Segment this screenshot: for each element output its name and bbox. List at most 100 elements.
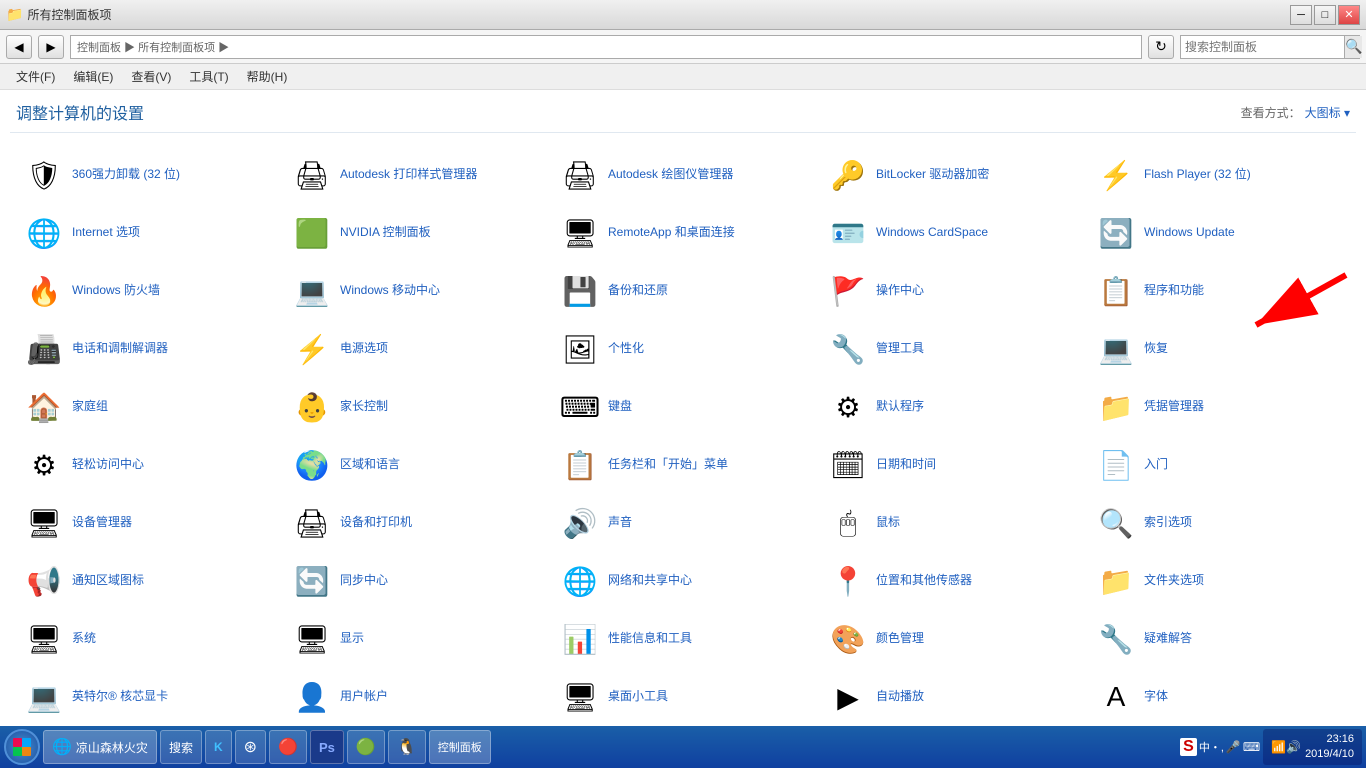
icon-item-6[interactable]: 🟩NVIDIA 控制面板	[282, 205, 548, 261]
icon-box-0: 🛡	[24, 155, 64, 195]
ime-area: S 中・, 🎤 ⌨	[1180, 738, 1260, 756]
icon-item-43[interactable]: 🎨颜色管理	[818, 611, 1084, 667]
icon-item-10[interactable]: 🔥Windows 防火墙	[14, 263, 280, 319]
icon-box-4: ⚡	[1096, 155, 1136, 195]
icon-item-14[interactable]: 📋程序和功能	[1086, 263, 1352, 319]
forward-button[interactable]: ▶	[38, 35, 64, 59]
icon-item-40[interactable]: 🖥系统	[14, 611, 280, 667]
taskbar-search-btn[interactable]: 搜索	[160, 730, 202, 764]
menu-tools[interactable]: 工具(T)	[181, 65, 236, 88]
icon-box-38: 📍	[828, 561, 868, 601]
icon-item-45[interactable]: 💻英特尔® 核芯显卡	[14, 669, 280, 725]
menu-view[interactable]: 查看(V)	[123, 65, 179, 88]
icon-item-42[interactable]: 📊性能信息和工具	[550, 611, 816, 667]
icon-item-28[interactable]: 🗓日期和时间	[818, 437, 1084, 493]
icon-item-11[interactable]: 💻Windows 移动中心	[282, 263, 548, 319]
icon-item-16[interactable]: ⚡电源选项	[282, 321, 548, 377]
icon-item-35[interactable]: 📢通知区域图标	[14, 553, 280, 609]
minimize-button[interactable]: ─	[1290, 5, 1312, 25]
close-button[interactable]: ✕	[1338, 5, 1360, 25]
icon-label-24: 凭据管理器	[1144, 399, 1204, 415]
icon-box-18: 🔧	[828, 329, 868, 369]
icon-box-44: 🔧	[1096, 619, 1136, 659]
icon-item-47[interactable]: 🖥桌面小工具	[550, 669, 816, 725]
icon-item-44[interactable]: 🔧疑难解答	[1086, 611, 1352, 667]
icon-item-24[interactable]: 📁凭据管理器	[1086, 379, 1352, 435]
icon-item-23[interactable]: ⚙默认程序	[818, 379, 1084, 435]
icon-item-22[interactable]: ⌨键盘	[550, 379, 816, 435]
search-box: 🔍	[1180, 35, 1360, 59]
title-bar: 📁 所有控制面板项 ─ □ ✕	[0, 0, 1366, 30]
icon-item-41[interactable]: 🖥显示	[282, 611, 548, 667]
icon-label-48: 自动播放	[876, 689, 924, 705]
taskbar-ps-btn[interactable]: Ps	[310, 730, 344, 764]
icon-item-1[interactable]: 🖨Autodesk 打印样式管理器	[282, 147, 548, 203]
icon-item-8[interactable]: 🪪Windows CardSpace	[818, 205, 1084, 261]
taskbar-chrome-btn[interactable]: 🔴	[269, 730, 307, 764]
icon-item-4[interactable]: ⚡Flash Player (32 位)	[1086, 147, 1352, 203]
taskbar-qq-btn[interactable]: 🐧	[388, 730, 426, 764]
icon-box-33: 🖱	[828, 503, 868, 543]
icon-item-26[interactable]: 🌍区域和语言	[282, 437, 548, 493]
icons-grid: 🛡360强力卸载 (32 位)🖨Autodesk 打印样式管理器🖨Autodes…	[10, 143, 1356, 726]
taskbar-360-btn[interactable]: ⊛	[235, 730, 266, 764]
icon-box-31: 🖨	[292, 503, 332, 543]
icon-item-19[interactable]: 💻恢复	[1086, 321, 1352, 377]
icon-item-25[interactable]: ⚙轻松访问中心	[14, 437, 280, 493]
icon-label-15: 电话和调制解调器	[72, 341, 168, 357]
icon-item-39[interactable]: 📁文件夹选项	[1086, 553, 1352, 609]
taskbar-cp-btn[interactable]: 控制面板	[429, 730, 491, 764]
icon-label-8: Windows CardSpace	[876, 225, 988, 241]
icon-label-14: 程序和功能	[1144, 283, 1204, 299]
icon-item-27[interactable]: 📋任务栏和「开始」菜单	[550, 437, 816, 493]
icon-box-41: 🖥	[292, 619, 332, 659]
icon-item-38[interactable]: 📍位置和其他传感器	[818, 553, 1084, 609]
icon-item-30[interactable]: 🖥设备管理器	[14, 495, 280, 551]
icon-label-46: 用户帐户	[340, 689, 388, 705]
refresh-button[interactable]: ↻	[1148, 35, 1174, 59]
icon-item-32[interactable]: 🔊声音	[550, 495, 816, 551]
icon-item-13[interactable]: 🚩操作中心	[818, 263, 1084, 319]
menu-file[interactable]: 文件(F)	[8, 65, 63, 88]
icon-label-18: 管理工具	[876, 341, 924, 357]
menu-help[interactable]: 帮助(H)	[239, 65, 296, 88]
main-content: 调整计算机的设置 查看方式： 大图标 ▾ 🛡360强力卸载 (32 位)🖨Aut…	[0, 90, 1366, 726]
icon-item-21[interactable]: 👶家长控制	[282, 379, 548, 435]
search-input[interactable]	[1181, 40, 1344, 54]
taskbar-k-btn[interactable]: K	[205, 730, 232, 764]
icon-item-17[interactable]: 🖼个性化	[550, 321, 816, 377]
icon-item-31[interactable]: 🖨设备和打印机	[282, 495, 548, 551]
icon-box-49: A	[1096, 677, 1136, 717]
icon-item-37[interactable]: 🌐网络和共享中心	[550, 553, 816, 609]
icon-item-9[interactable]: 🔄Windows Update	[1086, 205, 1352, 261]
icon-item-48[interactable]: ▶自动播放	[818, 669, 1084, 725]
ime-label: 中・,	[1199, 739, 1224, 755]
icon-label-36: 同步中心	[340, 573, 388, 589]
search-button[interactable]: 🔍	[1344, 36, 1362, 58]
icon-item-12[interactable]: 💾备份和还原	[550, 263, 816, 319]
icon-item-20[interactable]: 🏠家庭组	[14, 379, 280, 435]
taskbar-green-btn[interactable]: 🟢	[347, 730, 385, 764]
icon-item-7[interactable]: 🖥RemoteApp 和桌面连接	[550, 205, 816, 261]
back-button[interactable]: ◀	[6, 35, 32, 59]
address-field[interactable]: 控制面板 ▶ 所有控制面板项 ▶	[70, 35, 1142, 59]
icon-item-29[interactable]: 📄入门	[1086, 437, 1352, 493]
icon-item-33[interactable]: 🖱鼠标	[818, 495, 1084, 551]
taskbar-browser-btn[interactable]: 🌐 凉山森林火灾	[43, 730, 157, 764]
start-button[interactable]	[4, 729, 40, 765]
icon-item-15[interactable]: 📠电话和调制解调器	[14, 321, 280, 377]
icon-item-49[interactable]: A字体	[1086, 669, 1352, 725]
icon-item-2[interactable]: 🖨Autodesk 绘图仪管理器	[550, 147, 816, 203]
icon-item-3[interactable]: 🔑BitLocker 驱动器加密	[818, 147, 1084, 203]
icon-item-34[interactable]: 🔍索引选项	[1086, 495, 1352, 551]
icon-item-0[interactable]: 🛡360强力卸载 (32 位)	[14, 147, 280, 203]
icon-item-36[interactable]: 🔄同步中心	[282, 553, 548, 609]
icon-box-39: 📁	[1096, 561, 1136, 601]
icon-item-5[interactable]: 🌐Internet 选项	[14, 205, 280, 261]
icon-item-18[interactable]: 🔧 管理工具	[818, 321, 1084, 377]
menu-edit[interactable]: 编辑(E)	[65, 65, 121, 88]
icon-item-46[interactable]: 👤用户帐户	[282, 669, 548, 725]
view-value[interactable]: 大图标 ▾	[1305, 104, 1350, 121]
maximize-button[interactable]: □	[1314, 5, 1336, 25]
icon-label-27: 任务栏和「开始」菜单	[608, 457, 728, 473]
